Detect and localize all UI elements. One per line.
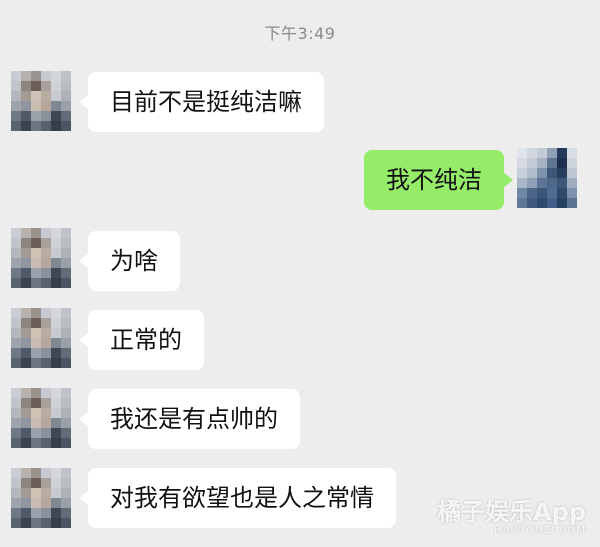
chat-window: 下午3:49 目前不是挺纯洁嘛 我不纯洁 为啥 正常的 我还是有点帅的 对我有欲… — [0, 0, 600, 547]
contact-avatar[interactable] — [11, 388, 71, 448]
message-bubble[interactable]: 我不纯洁 — [364, 150, 513, 210]
watermark-brand: 橘子娱乐App — [437, 498, 586, 526]
contact-avatar[interactable] — [11, 468, 71, 528]
watermark-logo: 橘子娱乐App HAPPYJUZI.COM — [437, 499, 586, 537]
message-bubble[interactable]: 为啥 — [79, 231, 180, 291]
message-bubble[interactable]: 我还是有点帅的 — [79, 389, 300, 449]
message-bubble[interactable]: 对我有欲望也是人之常情 — [79, 468, 396, 528]
message-bubble[interactable]: 正常的 — [79, 310, 204, 370]
message-timestamp: 下午3:49 — [264, 24, 336, 43]
contact-avatar[interactable] — [11, 71, 71, 131]
message-bubble[interactable]: 目前不是挺纯洁嘛 — [79, 72, 324, 132]
contact-avatar[interactable] — [11, 308, 71, 368]
contact-avatar[interactable] — [11, 228, 71, 288]
user-avatar[interactable] — [517, 148, 577, 208]
watermark-url: HAPPYJUZI.COM — [494, 525, 586, 536]
